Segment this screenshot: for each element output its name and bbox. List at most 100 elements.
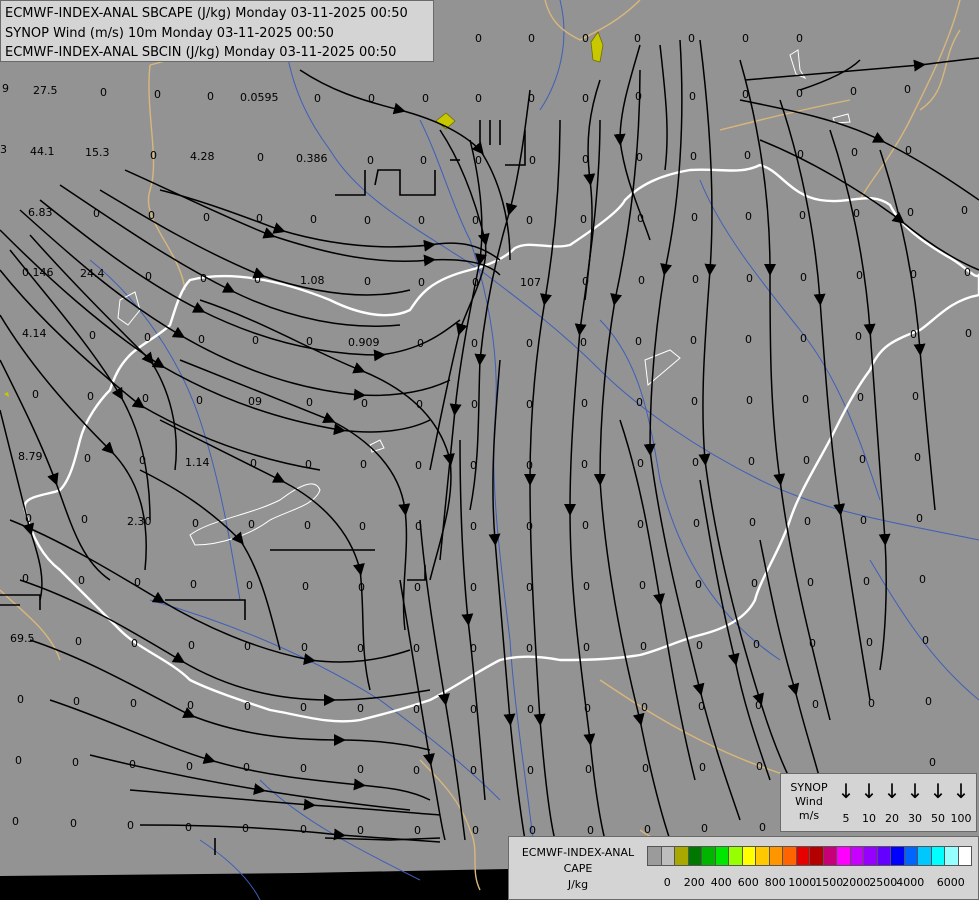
station-value: 0	[305, 458, 312, 471]
station-value: 09	[248, 395, 262, 408]
station-value: 0	[796, 32, 803, 45]
station-value: 0	[964, 266, 971, 279]
station-value: 0	[87, 390, 94, 403]
station-value: 0	[961, 204, 968, 217]
station-value: 0	[127, 819, 134, 832]
station-value: 0	[306, 335, 313, 348]
station-value: 0	[582, 32, 589, 45]
station-value: 0	[637, 518, 644, 531]
station-value: 0	[420, 154, 427, 167]
station-value: 0	[12, 815, 19, 828]
station-value: 1.14	[185, 456, 210, 469]
station-value: 0	[72, 756, 79, 769]
station-value: 0	[470, 764, 477, 777]
cape-color-swatch	[741, 846, 756, 866]
station-value: 0	[851, 146, 858, 159]
station-value: 107	[520, 276, 541, 289]
station-value: 0	[475, 154, 482, 167]
station-value: 0	[357, 824, 364, 837]
wind-legend-title-line: Wind	[795, 795, 823, 808]
wind-legend-title: SYNOP Wind m/s	[785, 781, 833, 823]
map-edge-strip	[0, 869, 508, 900]
cape-color-swatch	[768, 846, 783, 866]
station-value: 0	[207, 90, 214, 103]
wind-legend-title-line: SYNOP	[790, 781, 828, 794]
station-value: 0	[190, 578, 197, 591]
cape-color-swatch	[903, 846, 918, 866]
station-value: 0	[526, 520, 533, 533]
station-value: 0	[526, 642, 533, 655]
cape-tick-label: 2500	[869, 876, 898, 889]
station-value: 0	[15, 754, 22, 767]
station-value: 0	[857, 391, 864, 404]
station-value: 0	[248, 518, 255, 531]
station-value: 0.0595	[240, 91, 279, 104]
cape-color-swatch	[755, 846, 770, 866]
station-value: 0	[804, 515, 811, 528]
station-value: 0	[582, 92, 589, 105]
station-value: 0	[304, 519, 311, 532]
station-value: 0	[130, 697, 137, 710]
station-value: 0	[359, 520, 366, 533]
station-value: 0	[638, 274, 645, 287]
title-line-wind: SYNOP Wind (m/s) 10m Monday 03-11-2025 0…	[5, 25, 334, 41]
station-value: 0	[746, 272, 753, 285]
station-value: 0	[855, 330, 862, 343]
station-value: 0	[472, 824, 479, 837]
wind-arrow-icon: ↓	[860, 779, 878, 803]
station-value: 0	[196, 394, 203, 407]
title-line-cape: ECMWF-INDEX-ANAL SBCAPE (J/kg) Monday 03…	[5, 6, 408, 21]
station-value: 0	[800, 332, 807, 345]
station-value: 0	[699, 761, 706, 774]
station-value: 0	[644, 823, 651, 836]
station-value: 0	[413, 764, 420, 777]
station-value: 0	[637, 457, 644, 470]
station-value: 1.08	[300, 274, 325, 287]
station-value: 0	[905, 144, 912, 157]
station-value: 0	[22, 572, 29, 585]
station-value: 0	[131, 637, 138, 650]
station-value: 0	[528, 32, 535, 45]
station-value: 0	[527, 764, 534, 777]
station-value: 0	[866, 636, 873, 649]
map-canvas	[0, 0, 979, 900]
station-value: 0	[144, 331, 151, 344]
station-value: 0.909	[348, 336, 380, 349]
station-value: 0	[692, 273, 699, 286]
station-value: 6.83	[28, 206, 53, 219]
station-value: 0	[413, 642, 420, 655]
station-value: 0	[639, 579, 646, 592]
cape-color-swatch	[944, 846, 959, 866]
station-value: 0	[587, 824, 594, 837]
station-value: 0	[254, 273, 261, 286]
station-value: 0	[81, 513, 88, 526]
cape-color-swatch	[687, 846, 702, 866]
station-value: 0	[301, 641, 308, 654]
station-value: 0	[751, 577, 758, 590]
station-value: 0	[244, 700, 251, 713]
wind-speed-label: 20	[885, 812, 899, 825]
station-value: 0	[364, 275, 371, 288]
station-value: 0	[129, 758, 136, 771]
station-value: 0	[357, 702, 364, 715]
station-value: 0	[200, 272, 207, 285]
station-value: 0.386	[296, 152, 328, 165]
cape-legend: ECMWF-INDEX-ANAL CAPE J/kg 0 200 400 600 800…	[508, 836, 979, 900]
station-value: 0	[803, 454, 810, 467]
wind-legend-title-line: m/s	[798, 809, 820, 822]
station-value: 0	[859, 453, 866, 466]
cape-color-swatch	[863, 846, 878, 866]
cape-tick-label: 4000	[896, 876, 925, 889]
station-value: 0	[367, 154, 374, 167]
station-value: 0	[414, 581, 421, 594]
station-value: 0	[636, 396, 643, 409]
station-value: 0	[73, 695, 80, 708]
station-value: 0	[360, 458, 367, 471]
title-box: ECMWF-INDEX-ANAL SBCAPE (J/kg) Monday 03…	[0, 0, 434, 62]
cape-tick-label: 800	[764, 876, 786, 889]
station-value: 0	[139, 454, 146, 467]
station-value: 0	[150, 149, 157, 162]
station-value: 0	[585, 763, 592, 776]
cape-color-swatch	[849, 846, 864, 866]
cape-color-swatch	[822, 846, 837, 866]
